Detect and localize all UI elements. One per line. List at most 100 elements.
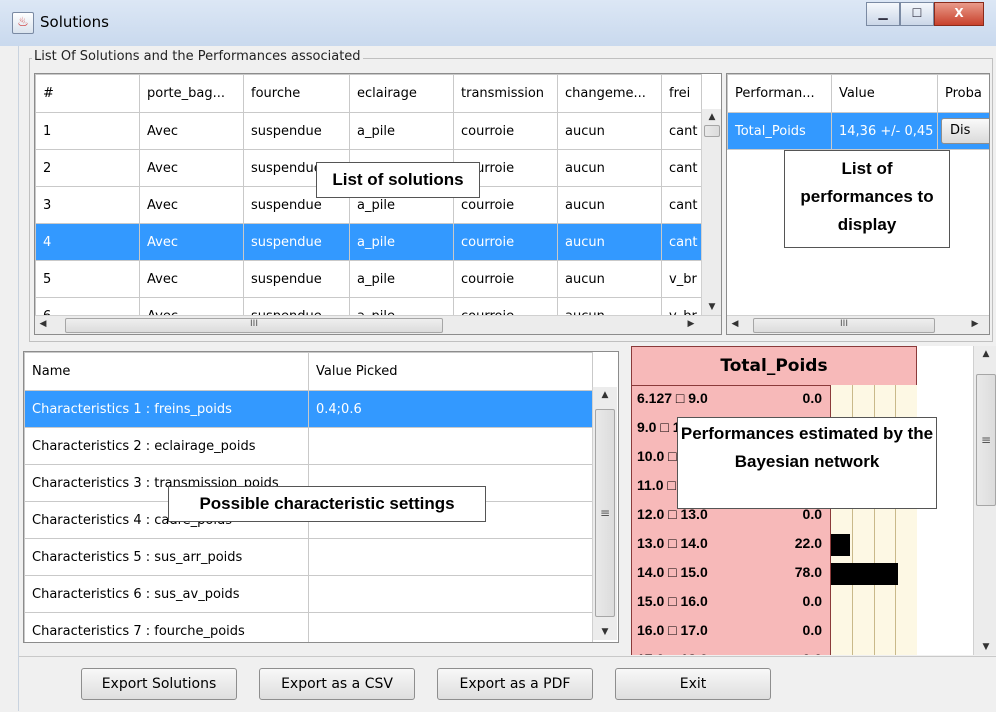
table-cell[interactable]: courroie — [453, 260, 558, 298]
table-row[interactable]: Characteristics 6 : sus_av_poids — [24, 575, 593, 613]
bayes-state-probability: 0.0 — [802, 390, 822, 406]
export-solutions-button[interactable]: Export Solutions — [81, 668, 237, 700]
column-header[interactable]: porte_bag... — [139, 74, 244, 113]
table-cell[interactable]: aucun — [557, 186, 662, 224]
table-cell[interactable]: Avec — [139, 260, 244, 298]
table-cell[interactable]: cant — [661, 112, 702, 150]
title-bar: ♨ Solutions ▁ ☐ X — [0, 0, 996, 46]
table-row[interactable]: 4 Avec suspendue a_pile courroie aucun cant — [35, 223, 702, 261]
column-header[interactable]: # — [35, 74, 140, 113]
table-cell[interactable]: Characteristics 2 : eclairage_poids — [24, 427, 309, 465]
scroll-down-icon[interactable]: ▼ — [593, 624, 617, 640]
solutions-vertical-scrollbar[interactable]: ▲ ▼ — [701, 109, 721, 315]
table-cell[interactable]: a_pile — [349, 112, 454, 150]
table-cell[interactable]: aucun — [557, 112, 662, 150]
annotation-solutions: List of solutions — [316, 162, 480, 198]
table-cell[interactable] — [308, 427, 593, 465]
bayesian-vscroll-thumb[interactable]: ≡ — [976, 374, 996, 506]
solutions-hscroll-thumb[interactable]: III — [65, 318, 443, 333]
table-cell[interactable]: aucun — [557, 260, 662, 298]
table-row[interactable]: Characteristics 5 : sus_arr_poids — [24, 538, 593, 576]
table-cell[interactable]: Avec — [139, 186, 244, 224]
scroll-up-icon[interactable]: ▲ — [702, 109, 721, 125]
column-header[interactable]: frei — [661, 74, 702, 113]
table-cell[interactable]: v_br — [661, 260, 702, 298]
scroll-down-icon[interactable]: ▼ — [702, 299, 721, 315]
table-row[interactable]: Characteristics 2 : eclairage_poids — [24, 427, 593, 465]
column-header[interactable]: Performan... — [727, 74, 832, 113]
scroll-down-icon[interactable]: ▼ — [974, 639, 996, 655]
performances-hscroll-thumb[interactable]: III — [753, 318, 935, 333]
table-cell[interactable]: suspendue — [243, 112, 350, 150]
table-cell[interactable] — [308, 575, 593, 613]
column-header[interactable]: eclairage — [349, 74, 454, 113]
table-cell[interactable]: a_pile — [349, 260, 454, 298]
table-cell[interactable] — [308, 612, 593, 642]
table-row[interactable]: Characteristics 1 : freins_poids 0.4;0.6 — [24, 390, 593, 428]
table-cell[interactable]: Characteristics 5 : sus_arr_poids — [24, 538, 309, 576]
column-header[interactable]: Value — [831, 74, 938, 113]
bayesian-vertical-scrollbar[interactable]: ▲ ≡ ▼ — [973, 346, 996, 655]
table-cell[interactable] — [308, 538, 593, 576]
table-row[interactable]: Total_Poids 14,36 +/- 0,45 Dis — [727, 112, 989, 150]
column-header[interactable]: transmission — [453, 74, 558, 113]
performances-table: Performan... Value Proba Total_Poids 14,36 … — [727, 74, 989, 150]
table-cell[interactable]: suspendue — [243, 223, 350, 261]
table-cell[interactable]: courroie — [453, 223, 558, 261]
minimize-icon[interactable]: ▁ — [866, 2, 900, 26]
column-header[interactable]: changeme... — [557, 74, 662, 113]
table-cell[interactable]: 5 — [35, 260, 140, 298]
table-cell[interactable]: cant — [661, 186, 702, 224]
solutions-vscroll-thumb[interactable] — [704, 125, 720, 137]
table-cell[interactable]: suspendue — [243, 260, 350, 298]
close-icon[interactable]: X — [934, 2, 984, 26]
column-header[interactable]: Name — [24, 352, 309, 391]
maximize-icon[interactable]: ☐ — [900, 2, 934, 26]
table-cell[interactable]: 4 — [35, 223, 140, 261]
table-cell[interactable]: 1 — [35, 112, 140, 150]
table-cell[interactable]: cant — [661, 149, 702, 187]
bayes-state-range: 17.0 □ 18.0 — [637, 651, 708, 655]
table-cell[interactable]: Characteristics 7 : fourche_poids — [24, 612, 309, 642]
table-cell[interactable]: aucun — [557, 223, 662, 261]
column-header[interactable]: fourche — [243, 74, 350, 113]
display-proba-button[interactable]: Dis — [941, 118, 989, 144]
annotation-bayesian: Performances estimated by the Bayesian n… — [677, 417, 937, 509]
column-header[interactable]: Proba — [937, 74, 989, 113]
table-cell[interactable]: Avec — [139, 149, 244, 187]
table-row[interactable]: 1 Avec suspendue a_pile courroie aucun cant — [35, 112, 702, 150]
table-cell[interactable]: 3 — [35, 186, 140, 224]
characteristics-vscroll-thumb[interactable]: ≡ — [595, 409, 615, 617]
export-csv-button[interactable]: Export as a CSV — [259, 668, 415, 700]
bayes-state-range: 15.0 □ 16.0 — [637, 593, 708, 609]
table-cell[interactable]: Characteristics 6 : sus_av_poids — [24, 575, 309, 613]
performance-value-cell[interactable]: 14,36 +/- 0,45 — [831, 112, 938, 150]
table-cell[interactable]: Characteristics 1 : freins_poids — [24, 390, 309, 428]
table-cell[interactable]: courroie — [453, 112, 558, 150]
table-cell[interactable]: 0.4;0.6 — [308, 390, 593, 428]
scroll-up-icon[interactable]: ▲ — [974, 346, 996, 362]
bayesian-vscroll-track[interactable]: ▲ ≡ ▼ — [974, 346, 996, 655]
scroll-left-icon[interactable]: ◀ — [727, 316, 743, 334]
performance-name-cell[interactable]: Total_Poids — [727, 112, 832, 150]
annotation-characteristics: Possible characteristic settings — [168, 486, 486, 522]
table-cell[interactable]: Avec — [139, 112, 244, 150]
table-row[interactable]: 5 Avec suspendue a_pile courroie aucun v_br — [35, 260, 702, 298]
table-cell[interactable]: Avec — [139, 223, 244, 261]
bayes-state-row: 16.0 □ 17.0 0.0 — [632, 617, 916, 646]
column-header[interactable]: Value Picked — [308, 352, 593, 391]
scroll-left-icon[interactable]: ◀ — [35, 316, 51, 334]
exit-button[interactable]: Exit — [615, 668, 771, 700]
performances-horizontal-scrollbar[interactable]: ◀ III ▶ — [727, 315, 989, 334]
table-cell[interactable]: cant — [661, 223, 702, 261]
table-cell[interactable]: a_pile — [349, 223, 454, 261]
characteristics-vertical-scrollbar[interactable]: ▲ ≡ ▼ — [592, 387, 617, 640]
table-cell[interactable]: aucun — [557, 149, 662, 187]
scroll-right-icon[interactable]: ▶ — [967, 316, 983, 334]
export-pdf-button[interactable]: Export as a PDF — [437, 668, 593, 700]
table-cell[interactable]: 2 — [35, 149, 140, 187]
scroll-right-icon[interactable]: ▶ — [683, 316, 699, 334]
table-row[interactable]: Characteristics 7 : fourche_poids — [24, 612, 593, 642]
scroll-up-icon[interactable]: ▲ — [593, 387, 617, 403]
solutions-horizontal-scrollbar[interactable]: ◀ III ▶ — [35, 315, 721, 334]
